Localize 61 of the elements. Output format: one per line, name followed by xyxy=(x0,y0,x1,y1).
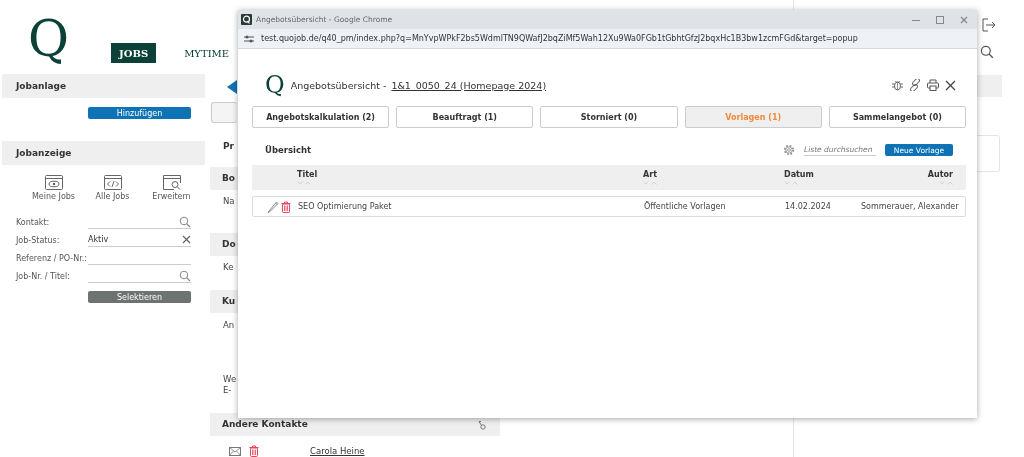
column-header[interactable]: Autor xyxy=(927,170,953,179)
input-field[interactable] xyxy=(88,215,191,229)
field-label: Referenz / PO-Nr.: xyxy=(15,253,88,263)
section-header: Jobanlage xyxy=(2,74,205,98)
column-header[interactable]: Art xyxy=(643,170,657,179)
search-window-icon[interactable] xyxy=(162,175,181,190)
column-header[interactable]: Titel xyxy=(297,170,318,179)
tab[interactable]: Sammelangebot (0) xyxy=(828,106,966,128)
info-text: Ke xyxy=(223,262,234,273)
nav-tab[interactable]: MYTIME xyxy=(176,43,238,63)
section-title: Übersicht xyxy=(265,145,312,155)
field-label: Job-Nr. / Titel: xyxy=(14,271,71,281)
info-text: An xyxy=(223,320,235,331)
app-favicon-icon xyxy=(241,14,252,25)
print-icon[interactable] xyxy=(927,79,939,91)
logo[interactable]: Q xyxy=(28,11,69,67)
field-label: Kontakt: xyxy=(15,217,51,227)
nav-tab[interactable]: JOBS xyxy=(111,43,157,63)
site-settings-icon[interactable] xyxy=(244,34,254,43)
table-cell-text: 14.02.2024 xyxy=(785,202,832,211)
field-label: Job-Status: xyxy=(14,235,61,245)
info-text: Na xyxy=(223,196,235,207)
mail-icon[interactable] xyxy=(229,446,241,456)
info-text: We xyxy=(223,374,237,385)
back-arrow-icon[interactable] xyxy=(227,80,237,94)
input-field[interactable]: Aktiv xyxy=(88,233,191,247)
view-button[interactable]: Meine Jobs xyxy=(24,175,83,201)
bug-icon[interactable] xyxy=(892,79,903,91)
table-cell-text: Öffentliche Vorlagen xyxy=(644,202,727,211)
search-icon[interactable] xyxy=(980,45,994,59)
table-cell: Sommerauer, Alexander xyxy=(861,202,959,211)
info-text: E- xyxy=(223,385,232,396)
input-field[interactable] xyxy=(88,269,191,283)
select-button[interactable]: Selektieren xyxy=(88,291,191,303)
logo: Q xyxy=(265,73,285,97)
link-icon[interactable] xyxy=(909,79,921,91)
pencil-icon[interactable] xyxy=(267,200,279,213)
page-title: Angebotsübersicht - xyxy=(290,79,387,91)
table-row[interactable]: SEO Optimierung Paket Öffentliche Vorlagen 14.02.2024 Sommerauer, Alexander xyxy=(252,196,966,217)
column-header[interactable]: Datum xyxy=(784,170,814,179)
section-header-title: Andere Kontakte xyxy=(222,418,308,431)
trash-icon[interactable] xyxy=(249,445,259,457)
logout-icon[interactable] xyxy=(982,18,996,32)
close-icon[interactable] xyxy=(182,235,191,244)
tab[interactable]: Beauftragt (1) xyxy=(396,106,534,128)
code-window-icon[interactable] xyxy=(103,175,122,190)
maximize-icon[interactable] xyxy=(936,15,944,24)
settings-icon[interactable] xyxy=(783,144,795,156)
eye-window-icon[interactable] xyxy=(44,175,63,190)
add-button[interactable]: Hinzufügen xyxy=(88,107,191,119)
section-header: Jobanzeige xyxy=(2,141,205,165)
trash-icon[interactable] xyxy=(281,200,291,213)
view-button[interactable]: Alle Jobs xyxy=(83,175,142,201)
view-button[interactable]: Erweitern xyxy=(142,175,201,201)
section-label: Pr xyxy=(223,140,235,152)
contact-link[interactable]: Carola Heine xyxy=(310,446,365,456)
close-icon[interactable] xyxy=(945,79,956,91)
job-link[interactable]: 1&1_0050_24 (Homepage 2024) xyxy=(391,79,547,91)
tab[interactable]: Angebotskalkulation (2) xyxy=(252,106,390,128)
tab[interactable]: Storniert (0) xyxy=(540,106,678,128)
table-cell-text: SEO Optimierung Paket xyxy=(298,202,393,211)
